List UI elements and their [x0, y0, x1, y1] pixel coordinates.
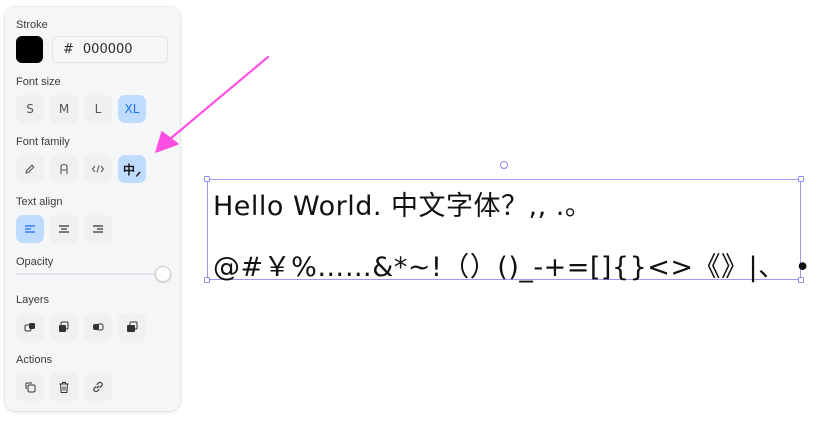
- font-size-s-button[interactable]: S: [16, 95, 44, 123]
- align-left-button[interactable]: [16, 215, 44, 243]
- font-family-label: Font family: [16, 136, 70, 148]
- align-right-icon: [92, 224, 104, 234]
- font-size-xl-button[interactable]: XL: [118, 95, 146, 123]
- font-family-code-button[interactable]: [84, 155, 112, 183]
- align-right-button[interactable]: [84, 215, 112, 243]
- align-left-icon: [24, 224, 36, 234]
- link-icon: [91, 380, 105, 394]
- font-size-options: S M L XL: [16, 95, 146, 123]
- sans-serif-A-icon: [58, 163, 70, 175]
- actions-options: [16, 373, 112, 401]
- delete-icon: [58, 381, 70, 394]
- font-size-m-button[interactable]: M: [50, 95, 78, 123]
- canvas-text-line-1[interactable]: Hello World. 中文字体？,, .。: [213, 184, 592, 223]
- canvas-text-line-2[interactable]: @#￥%……&*~!（）()_-+=[]{}<>《》|、 •: [213, 245, 811, 284]
- send-to-back-button[interactable]: [118, 313, 146, 341]
- bring-forward-icon: [57, 320, 71, 334]
- stroke-hex-value: 000000: [82, 42, 133, 57]
- hash-prefix: #: [63, 42, 74, 57]
- font-family-chinese-button[interactable]: 中: [118, 155, 146, 183]
- delete-button[interactable]: [50, 373, 78, 401]
- rotation-handle[interactable]: [500, 161, 508, 169]
- send-backward-icon: [91, 320, 105, 334]
- opacity-label: Opacity: [16, 256, 54, 268]
- duplicate-icon: [24, 381, 37, 394]
- text-align-options: [16, 215, 112, 243]
- link-button[interactable]: [84, 373, 112, 401]
- actions-label: Actions: [16, 354, 53, 366]
- pencil-icon: [24, 163, 36, 175]
- font-size-l-button[interactable]: L: [84, 95, 112, 123]
- font-family-sans-button[interactable]: [50, 155, 78, 183]
- align-center-icon: [58, 224, 70, 234]
- chinese-handwriting-icon: 中: [123, 161, 141, 178]
- send-backward-button[interactable]: [84, 313, 112, 341]
- font-size-label: Font size: [16, 76, 61, 88]
- bring-to-front-button[interactable]: [16, 313, 44, 341]
- annotation-arrow-icon: [155, 55, 270, 153]
- send-to-back-icon: [125, 320, 139, 334]
- layers-label: Layers: [16, 294, 50, 306]
- font-family-options: 中: [16, 155, 146, 183]
- stroke-color-swatch[interactable]: [16, 36, 43, 63]
- resize-handle-bottom-left[interactable]: [204, 277, 210, 283]
- text-align-label: Text align: [16, 196, 63, 208]
- opacity-slider-track[interactable]: [16, 273, 168, 275]
- opacity-slider-thumb[interactable]: [155, 266, 171, 282]
- bring-to-front-icon: [23, 320, 37, 334]
- font-family-handwritten-button[interactable]: [16, 155, 44, 183]
- code-icon: [91, 163, 105, 175]
- resize-handle-top-left[interactable]: [204, 176, 210, 182]
- resize-handle-top-right[interactable]: [798, 176, 804, 182]
- layers-options: [16, 313, 146, 341]
- stroke-label: Stroke: [16, 19, 48, 31]
- duplicate-button[interactable]: [16, 373, 44, 401]
- chinese-glyph: 中: [122, 162, 135, 177]
- bring-forward-button[interactable]: [50, 313, 78, 341]
- align-center-button[interactable]: [50, 215, 78, 243]
